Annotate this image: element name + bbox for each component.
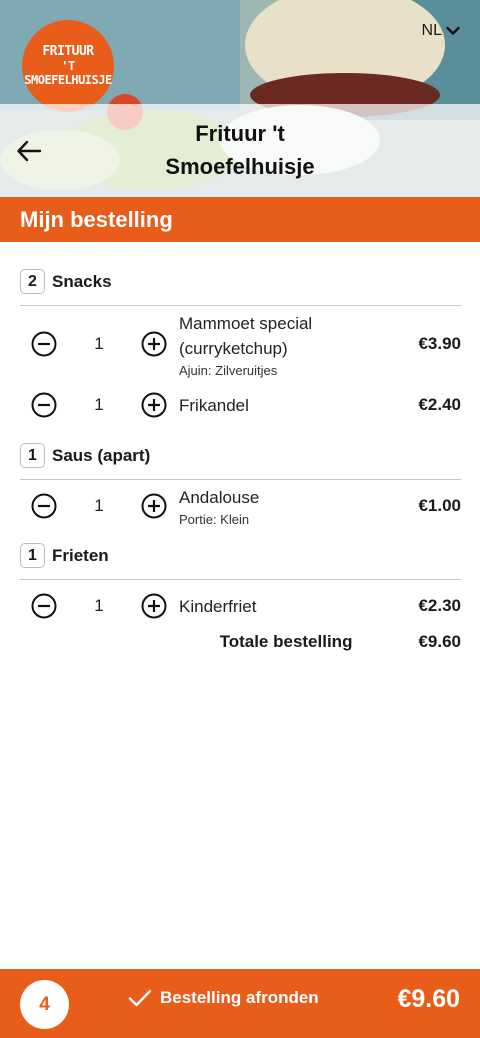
- brand-logo: FRITUUR 'T SMOEFELHUISJE: [22, 20, 114, 112]
- order-list: 2 Snacks 1 Mammoet special (curryketchup…: [20, 258, 461, 632]
- order-item: 1 Kinderfriet €2.30: [20, 580, 461, 632]
- item-option: Portie: Klein: [179, 512, 250, 527]
- order-total-row: Totale bestelling €9.60: [20, 626, 461, 658]
- order-total-value: €9.60: [418, 632, 461, 651]
- item-quantity: 1: [94, 496, 104, 515]
- section-title: Mijn bestelling: [0, 197, 480, 242]
- item-description: Andalouse Portie: Klein: [179, 485, 381, 527]
- item-name: Mammoet special (curryketchup): [179, 313, 313, 358]
- item-option: Ajuin: Zilveruitjes: [179, 362, 278, 378]
- group-count: 1: [20, 543, 45, 568]
- item-name: Andalouse: [179, 488, 260, 507]
- restaurant-title: Frituur 't Smoefelhuisje: [165, 121, 315, 179]
- minus-circle-icon[interactable]: [31, 593, 57, 619]
- back-arrow-icon[interactable]: [16, 138, 42, 164]
- footer-total: €9.60: [397, 985, 460, 1013]
- minus-circle-icon[interactable]: [31, 331, 57, 357]
- checkout-button[interactable]: Bestelling afronden: [128, 988, 319, 1008]
- minus-circle-icon[interactable]: [31, 392, 57, 418]
- item-name: Frikandel: [179, 395, 249, 415]
- group-name: Saus (apart): [52, 445, 151, 465]
- item-price: €1.00: [418, 496, 461, 515]
- group-name: Snacks: [52, 271, 112, 291]
- group-header-frieten: 1 Frieten: [20, 532, 461, 580]
- item-quantity: 1: [94, 596, 104, 615]
- order-total-label: Totale bestelling: [219, 632, 353, 651]
- item-price: €3.90: [418, 334, 461, 353]
- item-description: Frikandel: [179, 393, 381, 418]
- item-description: Mammoet special (curryketchup) Ajuin: Zi…: [179, 311, 381, 378]
- group-name: Frieten: [52, 545, 109, 565]
- checkout-label: Bestelling afronden: [160, 988, 319, 1007]
- checkout-bar: 4 Bestelling afronden €9.60: [0, 969, 480, 1038]
- group-count: 1: [20, 443, 45, 468]
- chevron-down-icon: [446, 26, 460, 35]
- order-item: 1 Mammoet special (curryketchup) Ajuin: …: [20, 306, 461, 382]
- item-price: €2.40: [418, 395, 461, 414]
- language-selector[interactable]: NL: [422, 22, 460, 40]
- checkmark-icon: [128, 989, 152, 1007]
- logo-line2: 'T SMOEFELHUISJE: [24, 59, 112, 87]
- item-price: €2.30: [418, 596, 461, 615]
- item-quantity: 1: [94, 334, 104, 353]
- logo-line1: FRITUUR: [42, 44, 94, 59]
- item-quantity: 1: [94, 395, 104, 414]
- language-label: NL: [421, 22, 442, 39]
- order-item: 1 Andalouse Portie: Klein €1.00: [20, 480, 461, 532]
- group-count: 2: [20, 269, 45, 294]
- group-header-snacks: 2 Snacks: [20, 258, 461, 306]
- plus-circle-icon[interactable]: [141, 392, 167, 418]
- item-description: Kinderfriet: [179, 594, 381, 619]
- plus-circle-icon[interactable]: [141, 493, 167, 519]
- header: FRITUUR 'T SMOEFELHUISJE NL Frituur 't S…: [0, 0, 480, 197]
- plus-circle-icon[interactable]: [141, 331, 167, 357]
- group-header-saus: 1 Saus (apart): [20, 432, 461, 480]
- minus-circle-icon[interactable]: [31, 493, 57, 519]
- plus-circle-icon[interactable]: [141, 593, 167, 619]
- item-name: Kinderfriet: [179, 596, 257, 616]
- item-count-badge: 4: [20, 980, 69, 1029]
- order-item: 1 Frikandel €2.40: [20, 382, 461, 428]
